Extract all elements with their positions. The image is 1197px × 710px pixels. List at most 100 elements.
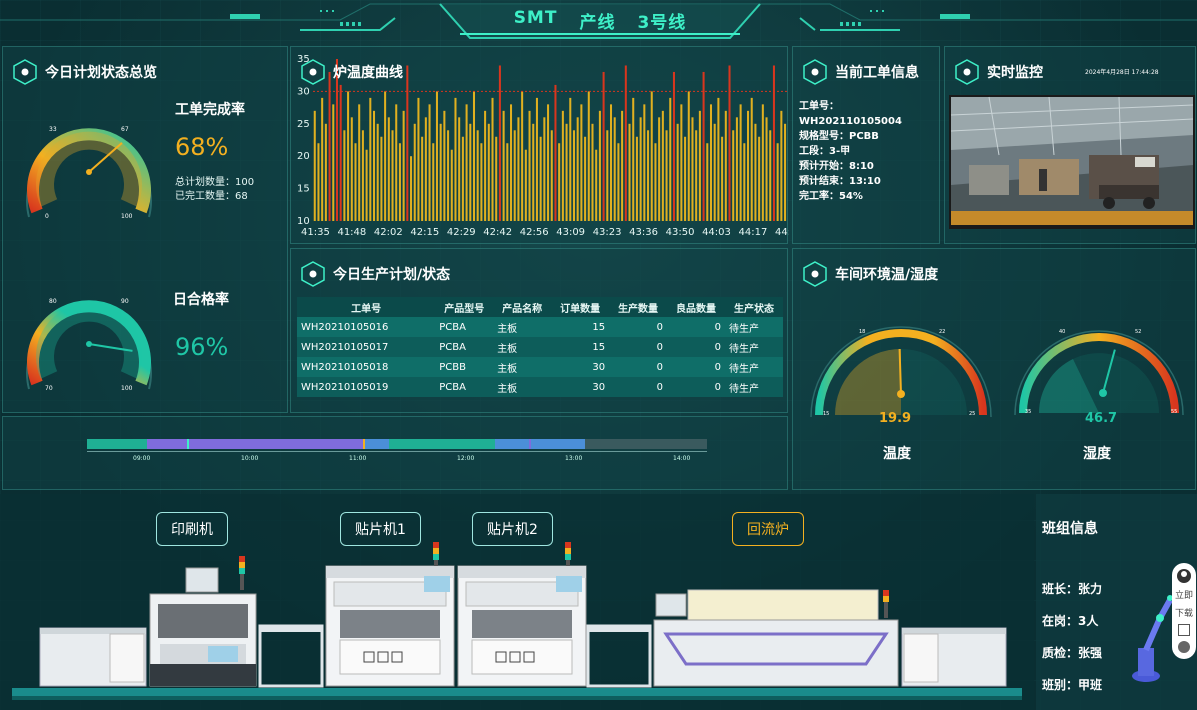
oven-bar[interactable] xyxy=(465,104,468,221)
oven-bar[interactable] xyxy=(550,130,553,221)
oven-bar[interactable] xyxy=(569,97,572,221)
oven-bar[interactable] xyxy=(506,143,509,221)
oven-bar[interactable] xyxy=(661,110,664,221)
oven-bar[interactable] xyxy=(454,97,457,221)
oven-bar[interactable] xyxy=(717,97,720,221)
oven-bar[interactable] xyxy=(410,156,413,221)
oven-bar[interactable] xyxy=(343,130,346,221)
oven-bar[interactable] xyxy=(672,71,675,222)
oven-bar[interactable] xyxy=(769,130,772,221)
timeline-segment[interactable] xyxy=(389,439,495,449)
oven-bar[interactable] xyxy=(735,117,738,221)
oven-bar[interactable] xyxy=(780,110,783,221)
oven-bar[interactable] xyxy=(395,104,398,221)
mounter2-label[interactable]: 贴片机2 xyxy=(472,512,553,546)
oven-bar[interactable] xyxy=(628,123,631,221)
oven-bar[interactable] xyxy=(480,143,483,221)
oven-bar[interactable] xyxy=(424,117,427,221)
oven-bar[interactable] xyxy=(458,117,461,221)
oven-bar[interactable] xyxy=(421,136,424,221)
oven-bar[interactable] xyxy=(406,65,409,221)
oven-bar[interactable] xyxy=(332,104,335,221)
oven-bar[interactable] xyxy=(532,123,535,221)
oven-bar[interactable] xyxy=(739,104,742,221)
oven-bar[interactable] xyxy=(398,143,401,221)
oven-bar[interactable] xyxy=(650,91,653,222)
timeline-segment[interactable] xyxy=(365,439,389,449)
reflow-label[interactable]: 回流炉 xyxy=(732,512,804,546)
oven-bar[interactable] xyxy=(324,123,327,221)
oven-bar[interactable] xyxy=(547,104,550,221)
oven-bar[interactable] xyxy=(680,104,683,221)
oven-bar[interactable] xyxy=(472,91,476,222)
table-row[interactable]: WH20210105019 PCBA 主板 30 0 0 待生产 xyxy=(297,377,783,397)
oven-bar[interactable] xyxy=(761,104,764,221)
oven-bar[interactable] xyxy=(687,91,690,222)
oven-bar[interactable] xyxy=(535,97,538,221)
user-icon[interactable] xyxy=(1177,569,1191,584)
oven-bar[interactable] xyxy=(587,91,590,222)
oven-bar[interactable] xyxy=(413,123,416,221)
oven-bar[interactable] xyxy=(732,130,735,221)
oven-bar[interactable] xyxy=(387,117,390,221)
download-label-1[interactable]: 立即 xyxy=(1175,588,1193,601)
oven-bar[interactable] xyxy=(609,104,613,221)
oven-bar[interactable] xyxy=(521,91,524,222)
oven-bar[interactable] xyxy=(498,65,501,221)
oven-bar[interactable] xyxy=(784,123,787,221)
oven-bar[interactable] xyxy=(561,110,564,221)
oven-bar[interactable] xyxy=(676,123,679,221)
oven-bar[interactable] xyxy=(639,117,642,221)
oven-bar[interactable] xyxy=(706,143,709,221)
download-label-2[interactable]: 下载 xyxy=(1175,606,1193,619)
oven-bar[interactable] xyxy=(572,130,575,221)
oven-bar[interactable] xyxy=(321,97,324,221)
oven-bar[interactable] xyxy=(709,104,713,221)
camera-feed[interactable] xyxy=(949,95,1195,229)
oven-bar[interactable] xyxy=(391,130,394,221)
oven-bar[interactable] xyxy=(450,149,453,221)
oven-bar[interactable] xyxy=(772,65,775,221)
oven-bar[interactable] xyxy=(691,117,694,221)
timeline-segment[interactable] xyxy=(531,439,585,449)
oven-bar[interactable] xyxy=(358,104,361,221)
timeline-segment[interactable] xyxy=(147,439,187,449)
oven-bar[interactable] xyxy=(372,110,376,221)
oven-bar[interactable] xyxy=(435,91,438,222)
table-row[interactable]: WH20210105017 PCBA 主板 15 0 0 待生产 xyxy=(297,337,783,357)
oven-bar[interactable] xyxy=(439,123,442,221)
oven-bar[interactable] xyxy=(602,71,605,222)
oven-bar[interactable] xyxy=(339,84,342,221)
oven-bar[interactable] xyxy=(384,91,387,222)
oven-bar[interactable] xyxy=(447,130,450,221)
oven-bar[interactable] xyxy=(598,110,601,221)
oven-bar[interactable] xyxy=(776,143,779,221)
oven-bar[interactable] xyxy=(402,110,405,221)
oven-bar[interactable] xyxy=(443,110,446,221)
oven-bar[interactable] xyxy=(724,110,727,221)
oven-bar[interactable] xyxy=(510,104,513,221)
timeline-segment[interactable] xyxy=(495,439,529,449)
oven-bar[interactable] xyxy=(369,97,372,221)
oven-bar[interactable] xyxy=(484,110,487,221)
oven-bar[interactable] xyxy=(654,143,657,221)
oven-bar[interactable] xyxy=(743,143,746,221)
table-row[interactable]: WH20210105018 PCBB 主板 30 0 0 待生产 xyxy=(297,357,783,377)
printer-label[interactable]: 印刷机 xyxy=(156,512,228,546)
oven-bar[interactable] xyxy=(617,143,620,221)
oven-bar[interactable] xyxy=(728,65,731,221)
oven-bar[interactable] xyxy=(528,110,531,221)
oven-bar[interactable] xyxy=(361,130,364,221)
oven-bar[interactable] xyxy=(469,123,472,221)
oven-bar[interactable] xyxy=(584,136,587,221)
oven-bar[interactable] xyxy=(669,97,672,221)
oven-bar[interactable] xyxy=(554,84,557,221)
oven-bar[interactable] xyxy=(313,110,316,221)
person-icon[interactable] xyxy=(1178,640,1190,653)
oven-bar[interactable] xyxy=(754,123,757,221)
oven-bar[interactable] xyxy=(428,104,431,221)
oven-bar[interactable] xyxy=(621,110,624,221)
oven-bar[interactable] xyxy=(376,123,379,221)
oven-bar[interactable] xyxy=(576,117,579,221)
oven-bar[interactable] xyxy=(702,71,705,222)
